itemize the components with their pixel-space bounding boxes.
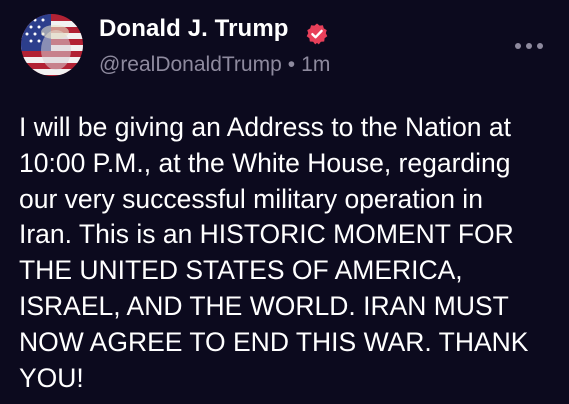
flag-portrait-avatar-icon — [21, 14, 83, 76]
more-options-icon[interactable] — [514, 41, 544, 51]
post-timestamp[interactable]: 1m — [301, 53, 330, 76]
verified-badge-icon — [306, 23, 328, 45]
post-body-line: Iran. This is an HISTORIC MOMENT FOR — [19, 219, 514, 250]
meta-separator: • — [287, 53, 296, 76]
post-body-line: I will be giving an Address to the Natio… — [19, 112, 512, 142]
post-body: I will be giving an Address to the Natio… — [19, 110, 559, 396]
post-card: Donald J. Trump @realDonaldTrump • 1m I wi… — [0, 0, 569, 404]
post-meta: @realDonaldTrump • 1m — [99, 53, 330, 77]
post-body-line: NOW AGREE TO END THIS WAR. THANK — [19, 326, 529, 357]
author-display-name[interactable]: Donald J. Trump — [99, 15, 289, 43]
post-body-line: 10:00 P.M., at the White House, regardin… — [19, 147, 511, 178]
post-body-line: our very successful military operation i… — [19, 183, 483, 214]
post-body-line: ISRAEL, AND THE WORLD. IRAN MUST — [19, 290, 509, 321]
avatar[interactable] — [21, 14, 83, 76]
post-body-line: YOU! — [19, 362, 84, 393]
post-body-line: THE UNITED STATES OF AMERICA, — [19, 255, 463, 286]
author-handle[interactable]: @realDonaldTrump — [99, 53, 282, 76]
